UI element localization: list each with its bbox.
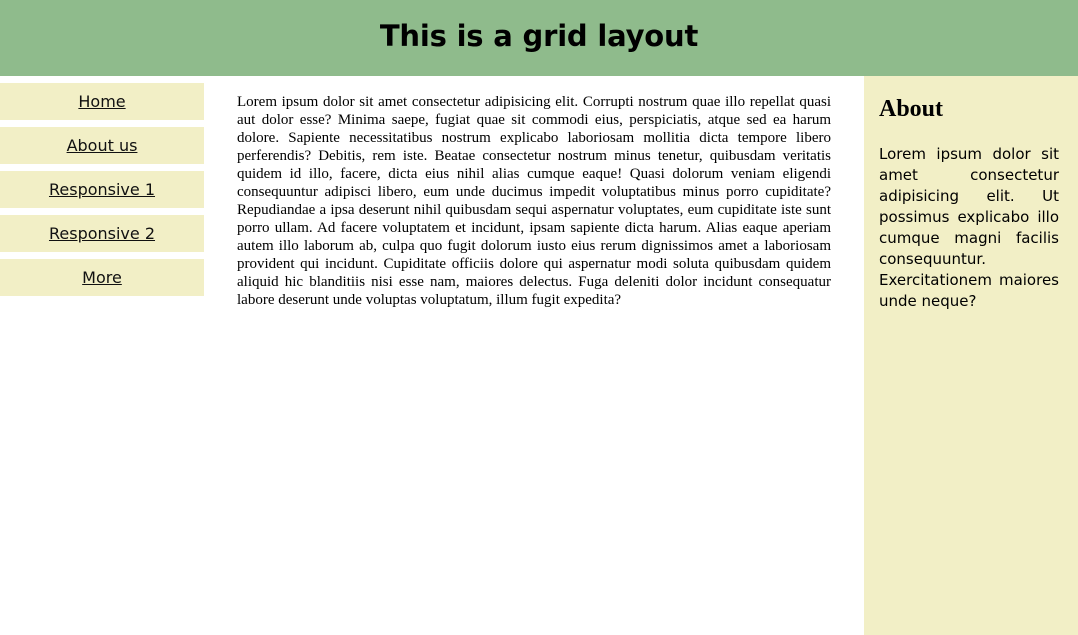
about-text: Lorem ipsum dolor sit amet consectetur a… (879, 145, 1059, 310)
nav-item-about-us[interactable]: About us (0, 127, 204, 164)
page-title: This is a grid layout (379, 18, 699, 53)
nav-item-responsive-2[interactable]: Responsive 2 (0, 215, 204, 252)
nav-item-home[interactable]: Home (0, 83, 204, 120)
nav-item-more[interactable]: More (0, 259, 204, 296)
about-title: About (879, 96, 944, 122)
page: This is a grid layout Home About us Resp… (0, 0, 1078, 635)
page-header: This is a grid layout (0, 0, 1078, 76)
sidebar-nav: Home About us Responsive 1 Responsive 2 … (0, 83, 204, 303)
main-content-text: Lorem ipsum dolor sit amet consectetur a… (237, 94, 831, 308)
about-sidebar: About Lorem ipsum dolor sit amet consect… (864, 76, 1078, 635)
nav-item-responsive-1[interactable]: Responsive 1 (0, 171, 204, 208)
